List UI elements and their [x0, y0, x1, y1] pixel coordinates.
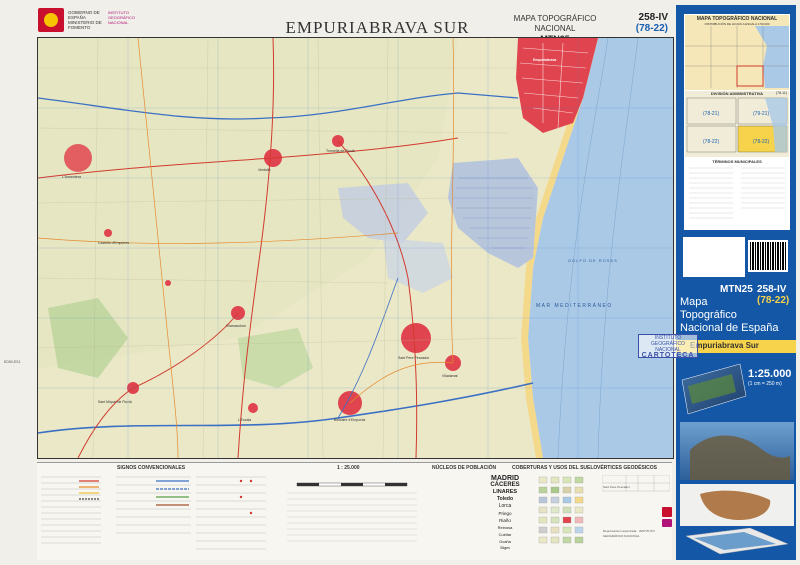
cover-code: MTN25: [720, 284, 753, 295]
place-label: Vilamacolum: [226, 324, 246, 328]
legend-signs-title: SIGNOS CONVENCIONALES: [117, 465, 186, 471]
cover-scale: 1:25.000: [748, 368, 792, 380]
place-label: Sant Miquel de Fluvià: [98, 400, 132, 404]
municipal-list: TÉRMINOS MUNICIPALES: [684, 158, 790, 230]
admin-cell: (78-22): [703, 139, 720, 145]
map-legend: SIGNOS CONVENCIONALES 1 : 25.000 NÚCLEOS…: [37, 462, 672, 560]
place-label: Ventalló: [258, 168, 271, 172]
legend-vertices-title: VÉRTICES GEODÉSICOS: [597, 465, 658, 471]
place-label: Castelló d'Empúries: [98, 241, 130, 245]
publisher-info: [683, 237, 745, 277]
sea-label: MAR MEDITERRÁNEO: [536, 303, 613, 309]
place-label: L'Armentera: [62, 175, 81, 179]
ign-logo: INSTITUTO GEOGRÁFICO NACIONAL: [108, 10, 136, 25]
scale-bar: [287, 482, 417, 542]
topographic-map[interactable]: Ventalló Torroella de Fluvià Sant Pere P…: [37, 37, 674, 459]
place-label: L'Escala: [238, 418, 252, 422]
government-logo-icon: [38, 8, 64, 32]
legend-scale-title: 1 : 25.000: [337, 465, 360, 471]
landcover-swatches: [538, 476, 584, 544]
legend-symbols: [41, 476, 266, 550]
cover-title: Mapa Topográfico Nacional de España: [680, 296, 779, 334]
legend-population-title: NÚCLEOS DE POBLACIÓN: [432, 465, 497, 471]
map-canvas: [38, 38, 673, 458]
ign-logo-icon: [662, 519, 672, 527]
gulf-label: GOLFO DE ROSES: [568, 258, 618, 263]
place-label: Torroella de Fluvià: [326, 149, 355, 153]
index-grid: [685, 26, 789, 88]
sheet-grid: (78-22): [635, 23, 668, 34]
vertex-example: Sant Pere Pescador: [603, 485, 630, 489]
sheet-index-map: MAPA TOPOGRÁFICO NACIONAL DISTRIBUCIÓN D…: [684, 14, 790, 91]
place-label: Viladamat: [442, 374, 458, 378]
place-label: Empuriabrava: [533, 58, 557, 62]
map-title: EMPURIABRAVA SUR: [285, 18, 470, 37]
margin-code: ED50-ES1: [4, 360, 21, 364]
cover-imagery: [680, 363, 794, 555]
legend-landcover-title: COBERTURAS Y USOS DEL SUELO: [512, 465, 598, 471]
admin-grid: [686, 97, 788, 153]
library-stamp: INSTITUTO GEOGRÁFICO NACIONAL CARTOTECA: [638, 334, 698, 359]
cover-sheet-number: 258-IV: [757, 284, 787, 295]
logo-text: GOBIERNO DE ESPAÑA MINISTERIO DE FOMENTO: [68, 10, 102, 30]
spain-logo-icon: [662, 507, 672, 517]
admin-cell: (79-21): [753, 111, 770, 117]
place-label: Bellcaire d'Empordà: [334, 418, 366, 422]
admin-cell: (78-21): [703, 111, 720, 117]
footer-note: Reproducción autorizada · INSTITUTO GEOG…: [603, 529, 655, 538]
place-label: Sant Pere Pescador: [398, 356, 430, 360]
cover-sheet-name: Empuriabrava Sur: [690, 341, 759, 350]
admin-division-map: DIVISIÓN ADMINISTRATIVA (78-11) (78-21) …: [684, 90, 790, 158]
barcode-icon: [748, 240, 788, 272]
sheet-number: 258-IV: [638, 12, 668, 23]
cover-scale-sub: (1 cm = 250 m): [748, 381, 782, 387]
population-examples: MADRID CÁCERES LINARES Toledo Lorca Prie…: [490, 475, 520, 550]
muni-lines: [689, 167, 785, 219]
admin-cell: (79-22): [753, 139, 770, 145]
